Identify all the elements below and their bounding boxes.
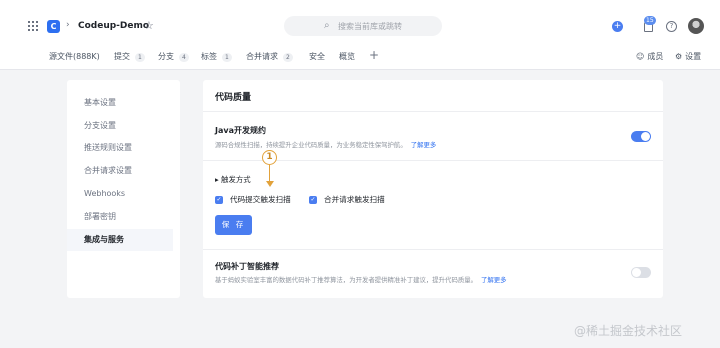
app-grid-icon[interactable] [28, 21, 38, 31]
tab-count-badge: 1 [222, 53, 232, 62]
page-title: 代码质量 [215, 93, 252, 103]
search-placeholder: 搜索当前库或跳转 [338, 22, 402, 31]
members-link[interactable]: ☺ 成员 [636, 51, 663, 62]
sidebar-item-basic[interactable]: 基本设置 [67, 92, 173, 114]
add-tab-icon[interactable]: + [369, 48, 379, 62]
sidebar-item-webhooks[interactable]: Webhooks [67, 183, 173, 205]
annotation-arrow-head-icon [265, 181, 274, 187]
checkbox-checked-icon: ✓ [309, 195, 317, 204]
tab-security[interactable]: 安全 [309, 51, 325, 62]
tab-count-badge: 4 [179, 53, 189, 62]
tab-overview[interactable]: 概览 [339, 51, 355, 62]
checkbox-checked-icon: ✓ [215, 195, 223, 204]
watermark: @稀土掘金技术社区 [574, 324, 683, 338]
save-button[interactable]: 保 存 [215, 215, 252, 235]
annotation-marker: 1 [262, 150, 277, 165]
code-quality-panel: 代码质量 Java开发规约 源码合规性扫描，持续提升企业代码质量，为业务稳定性保… [203, 80, 663, 298]
java-rules-desc: 源码合规性扫描，持续提升企业代码质量，为业务稳定性保驾护航。 了解更多 [215, 141, 437, 149]
sidebar-item-push-rules[interactable]: 推送规则设置 [67, 137, 173, 159]
tab-commits[interactable]: 提交 1 [114, 51, 145, 62]
repo-nav: 源文件(888K) 提交 1 分支 4 标签 1 合并请求 2 安全 概览 + ☺ 成员 … [0, 42, 720, 70]
codeup-logo-icon[interactable]: C [47, 20, 60, 33]
tab-source-files[interactable]: 源文件(888K) [49, 51, 100, 62]
sidebar-item-merge-request[interactable]: 合并请求设置 [67, 160, 173, 182]
user-icon: ☺ [636, 52, 645, 61]
divider [203, 249, 663, 250]
toggle-knob [632, 268, 641, 277]
patch-recommend-desc: 基于蚂蚁实验室丰富的数据代码补丁推荐算法，为开发者提供精准补丁建议，提升代码质量… [215, 276, 507, 284]
tab-count-badge: 1 [135, 53, 145, 62]
settings-link[interactable]: ⚙ 设置 [675, 51, 701, 62]
sidebar-item-deploy-keys[interactable]: 部署密钥 [67, 206, 173, 228]
sidebar-item-branch[interactable]: 分支设置 [67, 115, 173, 137]
java-rules-toggle[interactable] [631, 131, 651, 142]
tab-tags[interactable]: 标签 1 [201, 51, 232, 62]
tab-merge-requests[interactable]: 合并请求 2 [246, 51, 293, 62]
user-avatar[interactable] [688, 18, 704, 34]
tab-count-badge: 2 [283, 53, 293, 62]
tab-branches[interactable]: 分支 4 [158, 51, 189, 62]
patch-recommend-toggle[interactable] [631, 267, 651, 278]
star-icon[interactable]: ☆ [144, 19, 154, 32]
global-search-input[interactable]: ⌕ 搜索当前库或跳转 [284, 16, 442, 36]
settings-sidebar: 基本设置 分支设置 推送规则设置 合并请求设置 Webhooks 部署密钥 集成… [67, 80, 180, 298]
trigger-mode-label[interactable]: ▸ 触发方式 [215, 174, 251, 185]
patch-recommend-title: 代码补丁智能推荐 [215, 262, 279, 271]
gear-icon: ⚙ [675, 52, 683, 61]
commit-trigger-checkbox[interactable]: ✓ 代码提交触发扫描 [215, 194, 291, 205]
create-button[interactable]: + [612, 21, 623, 32]
sidebar-item-integrations[interactable]: 集成与服务 [67, 229, 173, 251]
learn-more-link[interactable]: 了解更多 [411, 141, 437, 149]
breadcrumb-separator-icon: › [66, 20, 70, 30]
merge-request-trigger-checkbox[interactable]: ✓ 合并请求触发扫描 [309, 194, 385, 205]
search-icon: ⌕ [324, 20, 330, 31]
notification-badge: 15 [644, 16, 656, 25]
top-bar: C › Codeup-Demo ☆ ⌕ 搜索当前库或跳转 + 15 ? [0, 0, 720, 42]
toggle-knob [641, 132, 650, 141]
learn-more-link[interactable]: 了解更多 [481, 276, 507, 284]
java-rules-title: Java开发规约 [215, 126, 266, 135]
divider [203, 111, 663, 112]
help-icon[interactable]: ? [666, 21, 677, 32]
repo-name[interactable]: Codeup-Demo [78, 21, 149, 31]
